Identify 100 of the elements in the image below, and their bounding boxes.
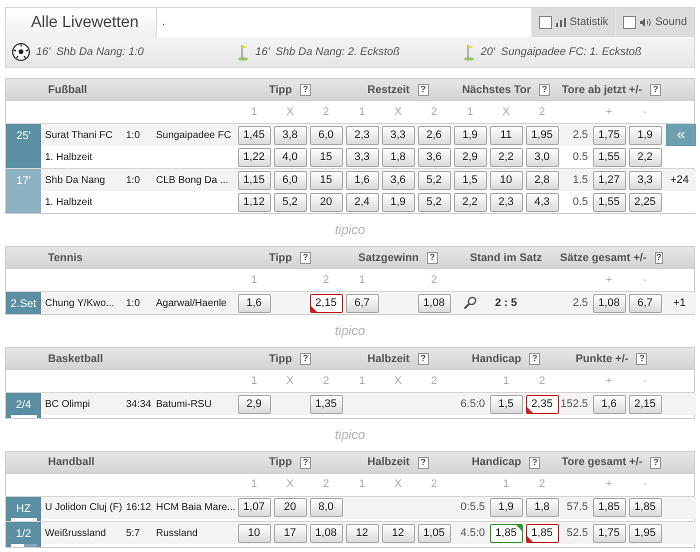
odds-button[interactable]: 2,15 bbox=[628, 394, 662, 414]
odds-button[interactable]: 1,8 bbox=[382, 148, 414, 166]
help-icon[interactable]: ? bbox=[300, 353, 311, 365]
odds-button[interactable]: 12 bbox=[346, 524, 378, 542]
odds-button[interactable]: 1,22 bbox=[238, 148, 270, 166]
help-icon[interactable]: ? bbox=[426, 252, 438, 264]
odds-button[interactable]: 6,0 bbox=[310, 126, 342, 144]
odds-button[interactable]: 1,85 bbox=[490, 524, 522, 542]
odds-button[interactable]: 15 bbox=[310, 170, 342, 190]
column-label: X bbox=[285, 374, 295, 389]
odds-button[interactable]: 1,95 bbox=[628, 524, 662, 542]
odds-button[interactable]: 2,2 bbox=[454, 192, 486, 212]
column-label: 2 bbox=[322, 374, 330, 389]
odds-button[interactable]: 6,0 bbox=[274, 170, 306, 190]
odds-button[interactable]: 12 bbox=[382, 524, 414, 542]
odds-button[interactable]: 2,15 bbox=[310, 294, 342, 312]
help-icon[interactable]: ? bbox=[529, 456, 540, 468]
odds-button[interactable]: 1,85 bbox=[526, 524, 558, 542]
odds-button[interactable]: 3,6 bbox=[382, 170, 414, 190]
checkbox[interactable] bbox=[538, 16, 552, 29]
odds-button[interactable]: 2,4 bbox=[346, 192, 378, 212]
odds-button[interactable]: 1,9 bbox=[490, 498, 522, 517]
odds-button[interactable]: 3,0 bbox=[526, 148, 558, 166]
odds-button[interactable]: 1,12 bbox=[238, 192, 270, 212]
odds-button[interactable]: 1,8 bbox=[526, 498, 558, 517]
odds-button[interactable]: 1,9 bbox=[454, 126, 486, 144]
odds-button[interactable]: 1,6 bbox=[238, 294, 270, 312]
odds-button[interactable]: 1,05 bbox=[418, 524, 450, 542]
odds-button[interactable]: 10 bbox=[238, 524, 270, 542]
help-icon[interactable]: ? bbox=[300, 252, 311, 264]
help-icon[interactable]: ? bbox=[529, 353, 540, 365]
odds-button[interactable]: 2,35 bbox=[526, 394, 558, 414]
toggle-option[interactable]: Statistik bbox=[530, 8, 616, 37]
help-icon[interactable]: ? bbox=[650, 456, 662, 468]
odds-button[interactable]: 5,2 bbox=[418, 192, 450, 212]
odds-button[interactable]: 17 bbox=[274, 524, 306, 542]
odds-button[interactable]: 2,9 bbox=[238, 394, 270, 414]
odds-button[interactable]: 2,2 bbox=[490, 148, 522, 166]
odds-button[interactable]: 2,6 bbox=[418, 126, 450, 144]
odds-button[interactable]: 1,85 bbox=[628, 498, 662, 517]
odds-button[interactable]: 1,5 bbox=[490, 394, 522, 414]
odds-button[interactable]: 5,2 bbox=[418, 170, 450, 190]
odds-button[interactable]: 1,6 bbox=[592, 394, 626, 414]
checkbox[interactable] bbox=[623, 16, 636, 29]
odds-button[interactable]: 2,25 bbox=[628, 192, 662, 212]
sport-title: Handball bbox=[47, 455, 96, 470]
team-name: HCM Baia Mare... bbox=[156, 501, 236, 515]
odds-button[interactable]: 1,9 bbox=[628, 126, 662, 144]
odds-button[interactable]: 2,3 bbox=[490, 192, 522, 212]
odds-button[interactable]: 1,08 bbox=[592, 294, 626, 312]
odds-button[interactable]: 2,8 bbox=[526, 170, 558, 190]
odds-button[interactable]: 2,9 bbox=[454, 148, 486, 166]
column-label: 1 bbox=[358, 477, 366, 492]
odds-button[interactable]: 1,15 bbox=[238, 170, 270, 190]
odds-button[interactable]: 1,55 bbox=[592, 192, 626, 212]
line-value: 0:5.5 bbox=[460, 500, 485, 516]
odds-button[interactable]: 20 bbox=[310, 192, 342, 212]
more-bets-count[interactable]: +1 bbox=[663, 294, 696, 312]
odds-button[interactable]: 1,95 bbox=[526, 126, 558, 144]
odds-button[interactable]: 1,75 bbox=[592, 126, 626, 144]
odds-button[interactable]: 1,07 bbox=[238, 498, 270, 517]
help-icon[interactable]: ? bbox=[418, 84, 429, 96]
odds-button[interactable]: 1,27 bbox=[592, 170, 626, 190]
odds-button[interactable]: 4,0 bbox=[274, 148, 306, 166]
odds-button[interactable]: 11 bbox=[490, 126, 522, 144]
odds-button[interactable]: 1,75 bbox=[592, 524, 626, 542]
odds-button[interactable]: 1,45 bbox=[238, 126, 270, 144]
odds-button[interactable]: 1,35 bbox=[310, 394, 342, 414]
odds-button[interactable]: 3,3 bbox=[628, 170, 662, 190]
help-icon[interactable]: ? bbox=[300, 84, 311, 96]
odds-button[interactable]: 3,8 bbox=[274, 126, 306, 144]
odds-button[interactable]: 1,6 bbox=[346, 170, 378, 190]
odds-button[interactable]: 3,6 bbox=[418, 148, 450, 166]
odds-button[interactable]: 1,08 bbox=[310, 524, 342, 542]
help-icon[interactable]: ? bbox=[636, 353, 648, 365]
odds-button[interactable]: 3,3 bbox=[382, 126, 414, 144]
odds-button[interactable]: 1,08 bbox=[418, 294, 450, 312]
odds-button[interactable]: 10 bbox=[490, 170, 522, 190]
odds-button[interactable]: 6,7 bbox=[346, 294, 378, 312]
odds-button[interactable]: 20 bbox=[274, 498, 306, 517]
odds-button[interactable]: 4,3 bbox=[526, 192, 558, 212]
help-icon[interactable]: ? bbox=[300, 456, 311, 468]
help-icon[interactable]: ? bbox=[538, 84, 550, 96]
odds-button[interactable]: 3,3 bbox=[346, 148, 378, 166]
odds-button[interactable]: 1,85 bbox=[592, 498, 626, 517]
more-bets-count[interactable]: +24 bbox=[663, 172, 696, 188]
odds-button[interactable]: 2,2 bbox=[628, 148, 662, 166]
help-icon[interactable]: ? bbox=[418, 353, 429, 365]
odds-button[interactable]: 15 bbox=[310, 148, 342, 166]
odds-button[interactable]: 2,3 bbox=[346, 126, 378, 144]
odds-button[interactable]: 5,2 bbox=[274, 192, 306, 212]
help-icon[interactable]: ? bbox=[418, 456, 429, 468]
odds-button[interactable]: 6,7 bbox=[628, 294, 662, 312]
odds-button[interactable]: 1,55 bbox=[592, 148, 626, 166]
help-icon[interactable]: ? bbox=[654, 252, 663, 264]
odds-button[interactable]: 1,5 bbox=[454, 170, 486, 190]
toggle-option[interactable]: Sound bbox=[615, 8, 694, 37]
help-icon[interactable]: ? bbox=[650, 84, 662, 96]
odds-button[interactable]: 1,9 bbox=[382, 192, 414, 212]
odds-button[interactable]: 8,0 bbox=[310, 498, 342, 517]
